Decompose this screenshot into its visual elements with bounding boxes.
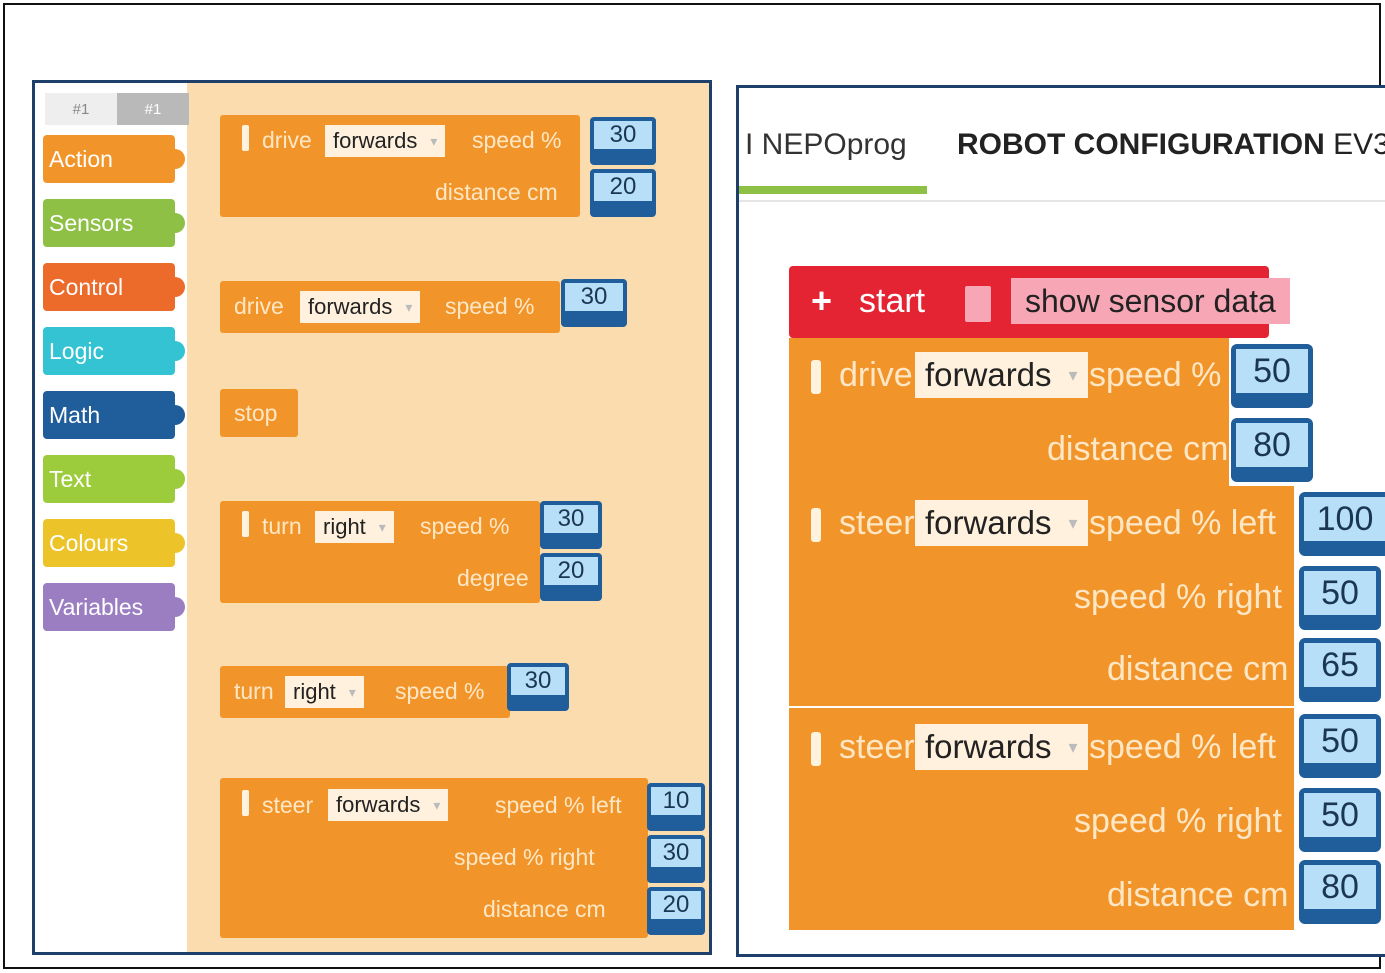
toolbox-tab-1[interactable]: #1 [45,93,117,125]
direction-dropdown[interactable]: forwards [300,291,421,323]
distance-value-input[interactable]: 80 [1299,860,1381,924]
block-label: turn [262,513,302,539]
tab-program[interactable]: I NEPOprog [745,128,907,162]
category-logic[interactable]: Logic [43,327,185,375]
distance-label: distance cm [1047,430,1229,468]
block-label: drive [262,127,312,153]
left-speed-label: speed % left [495,792,622,818]
tab-robot-configuration[interactable]: ROBOT CONFIGURATION EV3basis [957,128,1385,162]
category-action[interactable]: Action [43,135,185,183]
toolbox-category-column: #1 #1 Action Sensors Control Logic Math Text C… [35,83,189,952]
tab-config-name: EV3basis [1333,128,1385,161]
right-speed-value-input[interactable]: 50 [1299,788,1381,852]
degree-value-input[interactable]: 20 [540,553,602,601]
category-math[interactable]: Math [43,391,185,439]
speed-value-input[interactable]: 50 [1231,344,1313,408]
speed-label: speed % [395,678,485,704]
left-speed-label: speed % left [1089,504,1277,542]
tab-config-label: ROBOT CONFIGURATION [957,128,1325,161]
active-tab-indicator [739,186,927,194]
category-text[interactable]: Text [43,455,185,503]
palette-drive-distance-block[interactable]: drive forwards speed % distance cm [220,115,580,217]
left-speed-value-input[interactable]: 10 [647,783,705,831]
distance-label: distance cm [1107,650,1289,688]
direction-dropdown[interactable]: right [315,511,394,543]
block-grip-icon [811,508,821,542]
show-sensor-data-label: show sensor data [1011,278,1290,324]
direction-dropdown[interactable]: forwards [915,352,1088,398]
speed-label: speed % [1089,356,1222,394]
direction-dropdown[interactable]: forwards [328,789,449,821]
start-block[interactable]: + start show sensor data [789,266,1290,338]
program-workspace-panel: I NEPOprog ROBOT CONFIGURATION EV3basis … [736,85,1385,957]
left-speed-value-input[interactable]: 100 [1299,492,1385,556]
palette-turn-degree-block[interactable]: turn right speed % degree [220,501,540,603]
direction-dropdown[interactable]: forwards [915,724,1088,770]
direction-dropdown[interactable]: forwards [915,500,1088,546]
speed-value-input[interactable]: 30 [561,279,627,327]
distance-label: distance cm [435,179,558,205]
block-grip-icon [242,125,249,151]
block-palette-panel: #1 #1 Action Sensors Control Logic Math Text C… [32,80,712,955]
block-grip-icon [811,360,821,394]
distance-value-input[interactable]: 65 [1299,638,1381,702]
speed-value-input[interactable]: 30 [540,501,602,549]
block-label: steer [839,504,915,542]
block-label: steer [839,728,915,766]
distance-label: distance cm [483,896,606,922]
category-variables[interactable]: Variables [43,583,185,631]
category-control[interactable]: Control [43,263,185,311]
speed-value-input[interactable]: 30 [507,663,569,711]
degree-label: degree [457,565,529,591]
block-label: drive [839,356,913,394]
block-grip-icon [242,511,249,537]
right-speed-label: speed % right [454,844,595,870]
block-label: drive [234,293,284,319]
distance-value-input[interactable]: 20 [590,169,656,217]
direction-dropdown[interactable]: forwards [325,125,446,157]
block-label: turn [234,678,274,704]
steer-block[interactable]: steer forwards speed % left speed % righ… [789,486,1294,706]
left-speed-label: speed % left [1089,728,1277,766]
steer-block[interactable]: steer forwards speed % left speed % righ… [789,708,1294,930]
toolbox-tab-row: #1 #1 [45,93,189,125]
left-speed-value-input[interactable]: 50 [1299,714,1381,778]
distance-value-input[interactable]: 80 [1231,418,1313,482]
direction-dropdown[interactable]: right [285,676,364,708]
palette-drive-block[interactable]: drive forwards speed % [220,281,560,333]
block-grip-icon [811,732,821,766]
category-colours[interactable]: Colours [43,519,185,567]
toolbox-tab-2[interactable]: #1 [117,93,189,125]
right-speed-label: speed % right [1074,802,1282,840]
right-speed-value-input[interactable]: 50 [1299,566,1381,630]
right-speed-value-input[interactable]: 30 [647,835,705,883]
category-sensors[interactable]: Sensors [43,199,185,247]
distance-label: distance cm [1107,876,1289,914]
speed-label: speed % [472,127,562,153]
palette-steer-block[interactable]: steer forwards speed % left speed % righ… [220,778,648,938]
palette-stop-block[interactable]: stop [220,389,298,437]
speed-label: speed % [420,513,510,539]
start-label: start [859,282,926,320]
speed-value-input[interactable]: 30 [590,117,656,165]
right-speed-label: speed % right [1074,578,1282,616]
block-grip-icon [242,790,249,816]
block-label: stop [234,400,278,426]
speed-label: speed % [445,293,535,319]
palette-turn-block[interactable]: turn right speed % [220,666,510,718]
drive-block[interactable]: drive forwards speed % distance cm [789,338,1229,486]
distance-value-input[interactable]: 20 [647,887,705,935]
plus-icon[interactable]: + [811,280,832,322]
workspace-tab-bar: I NEPOprog ROBOT CONFIGURATION EV3basis [739,88,1385,202]
block-label: steer [262,792,314,818]
sensor-data-checkbox[interactable] [965,286,991,322]
